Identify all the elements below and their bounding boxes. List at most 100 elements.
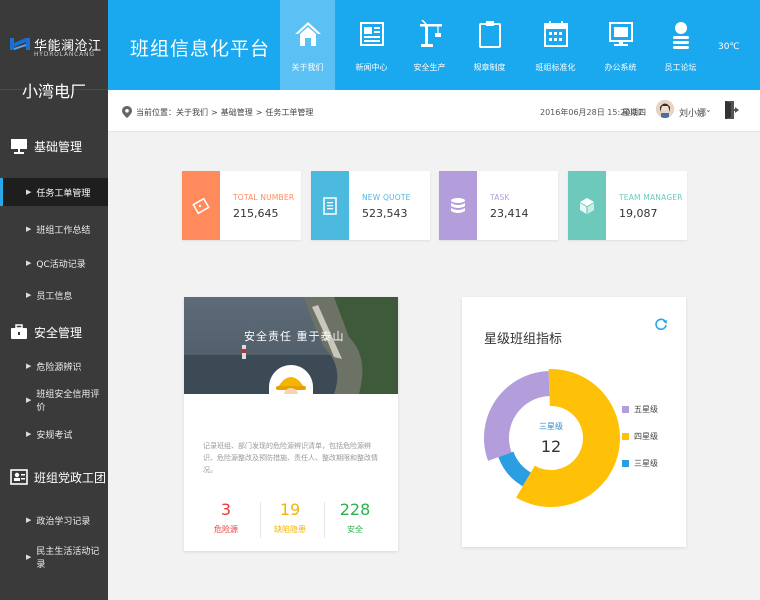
newspaper-icon	[359, 22, 384, 46]
sidebar-item-democratic-life[interactable]: ▶ 民主生活活动记录	[0, 543, 108, 571]
nav-staff-forum[interactable]: 员工论坛	[653, 0, 708, 90]
legend-label: 三星级	[634, 459, 658, 468]
star-team-card: 星级班组指标 三星级 12 五星级 四星级 三星级	[462, 297, 686, 547]
sidebar-item-safety-credit[interactable]: ▶ 班组安全信用评价	[0, 386, 108, 414]
users-icon	[672, 22, 689, 49]
stat-tile	[439, 171, 477, 240]
sidebar-item-hazard-identification[interactable]: ▶ 危险源辨识	[0, 352, 108, 380]
monitor-icon	[11, 139, 27, 154]
monitor-icon	[608, 22, 633, 46]
stat-card-team-manager[interactable]: TEAM MANAGER 19,087	[568, 171, 687, 240]
stat-label: TOTAL NUMBER	[233, 193, 295, 202]
logout-icon[interactable]	[723, 100, 741, 120]
stat-tile	[568, 171, 606, 240]
brand-name-en: HYDROLANCANG	[34, 51, 95, 58]
stat-hazard-sources[interactable]: 3 危险源	[201, 500, 251, 535]
sidebar-item-safety-exam[interactable]: ▶ 安规考试	[0, 420, 108, 448]
current-weekday: 星期四	[622, 108, 646, 117]
safety-banner-image: 安全责任 重于泰山	[184, 297, 398, 394]
section-label: 班组党政工团	[34, 470, 107, 485]
database-icon	[451, 197, 465, 213]
avatar[interactable]	[656, 100, 674, 118]
stat-safe[interactable]: 228 安全	[330, 500, 380, 535]
app-title: 班组信息化平台	[130, 38, 271, 60]
breadcrumb-current: 任务工单管理	[265, 107, 314, 117]
breadcrumb-separator: >	[255, 107, 263, 117]
nav-safety-production[interactable]: 安全生产	[402, 0, 457, 90]
user-name[interactable]: 刘小娜	[679, 106, 706, 119]
stat-tile	[311, 171, 349, 240]
sidebar: 华能澜沧江 HYDROLANCANG 小湾电厂 基础管理 ▶ 任务工单管理 ▶ 班组…	[0, 0, 108, 600]
sidebar-item-label: 民主生活活动记录	[36, 547, 100, 570]
divider	[324, 502, 325, 538]
breadcrumb-separator: >	[211, 107, 218, 117]
chevron-right-icon: ▶	[26, 396, 32, 404]
legend-item-four-star: 四星级	[622, 431, 658, 442]
chevron-down-icon[interactable]: ⌄	[705, 105, 712, 114]
nav-about-us[interactable]: 关于我们	[280, 0, 335, 90]
sidebar-item-label: QC活动记录	[36, 259, 86, 270]
star-panel-title: 星级班组指标	[484, 332, 563, 347]
chevron-right-icon: ▶	[26, 362, 32, 370]
breadcrumb-prefix: 当前位置：	[136, 107, 176, 117]
chevron-right-icon: ▶	[26, 291, 32, 299]
nav-label: 办公系统	[604, 63, 637, 72]
top-navigation-bar: 班组信息化平台 关于我们 新闻中心 安全生产 规章制度 班组标准化 办公系统 员…	[108, 0, 760, 90]
brand-area: 华能澜沧江 HYDROLANCANG 小湾电厂	[0, 0, 108, 101]
user-avatar-icon	[656, 100, 674, 118]
sidebar-item-label: 员工信息	[36, 291, 73, 302]
stat-value: 228	[339, 500, 371, 519]
sidebar-item-political-study[interactable]: ▶ 政治学习记录	[0, 506, 108, 534]
nav-team-standardization[interactable]: 班组标准化	[528, 0, 583, 90]
donut-center-label: 三星级	[539, 422, 563, 431]
sidebar-item-qc-records[interactable]: ▶ QC活动记录	[0, 249, 108, 277]
nav-label: 规章制度	[473, 63, 506, 72]
location-pin-icon	[122, 106, 132, 118]
legend-label: 四星级	[634, 432, 658, 441]
donut-center-value: 12	[540, 437, 562, 456]
chevron-right-icon: ▶	[26, 553, 32, 561]
sidebar-item-staff-info[interactable]: ▶ 员工信息	[0, 281, 108, 309]
clipboard-icon	[478, 21, 501, 48]
sidebar-item-label: 安规考试	[36, 430, 73, 441]
stat-label: TEAM MANAGER	[619, 193, 683, 202]
chevron-right-icon: ▶	[26, 516, 32, 524]
breadcrumb-link-basic[interactable]: 基础管理	[221, 107, 253, 118]
section-basic-management[interactable]: 基础管理	[0, 128, 108, 164]
stat-tile	[182, 171, 220, 240]
calendar-icon	[543, 21, 568, 47]
section-safety-management[interactable]: 安全管理	[0, 314, 108, 350]
stat-card-new-quote[interactable]: NEW QUOTE 523,543	[311, 171, 430, 240]
nav-news-center[interactable]: 新闻中心	[344, 0, 399, 90]
chevron-right-icon: ▶	[26, 259, 32, 267]
legend-item-three-star: 三星级	[622, 458, 658, 469]
sidebar-item-label: 班组安全信用评价	[36, 390, 100, 413]
legend-item-five-star: 五星级	[622, 404, 658, 415]
safety-description: 记录班组、部门发现的危险源辨识清单，包括危险源辨识、危险源整改及预防措施、责任人…	[203, 442, 378, 474]
divider	[260, 502, 261, 538]
id-card-icon	[10, 469, 28, 485]
breadcrumb: 当前位置： 关于我们 > 基础管理 > 任务工单管理	[122, 106, 313, 118]
chevron-right-icon: ▶	[26, 430, 32, 438]
stat-card-task[interactable]: TASK 23,414	[439, 171, 558, 240]
nav-regulations[interactable]: 规章制度	[462, 0, 517, 90]
crane-icon	[419, 20, 442, 47]
stat-card-total-number[interactable]: TOTAL NUMBER 215,645	[182, 171, 301, 240]
sidebar-item-work-summary[interactable]: ▶ 班组工作总结	[0, 215, 108, 243]
sidebar-item-task-ticket[interactable]: ▶ 任务工单管理	[0, 178, 108, 206]
section-party-work[interactable]: 班组党政工团	[0, 459, 108, 495]
nav-label: 新闻中心	[355, 63, 388, 72]
ticket-icon	[192, 197, 210, 214]
nav-label: 安全生产	[413, 63, 446, 72]
sidebar-item-label: 政治学习记录	[36, 516, 91, 527]
cube-icon	[580, 197, 594, 214]
breadcrumb-link-about[interactable]: 关于我们	[176, 107, 208, 118]
refresh-icon[interactable]	[654, 317, 668, 331]
section-label: 安全管理	[34, 325, 83, 340]
safety-card: 安全责任 重于泰山 记录班组、部门发现的危险源辨识清单，包括危险源辨识、危险源整…	[184, 297, 398, 551]
worker-helmet-icon	[276, 377, 306, 394]
stat-defect-hazards[interactable]: 19 缺陷隐患	[265, 500, 315, 535]
logo-icon	[10, 38, 30, 50]
nav-office-system[interactable]: 办公系统	[593, 0, 648, 90]
home-icon	[294, 22, 321, 46]
